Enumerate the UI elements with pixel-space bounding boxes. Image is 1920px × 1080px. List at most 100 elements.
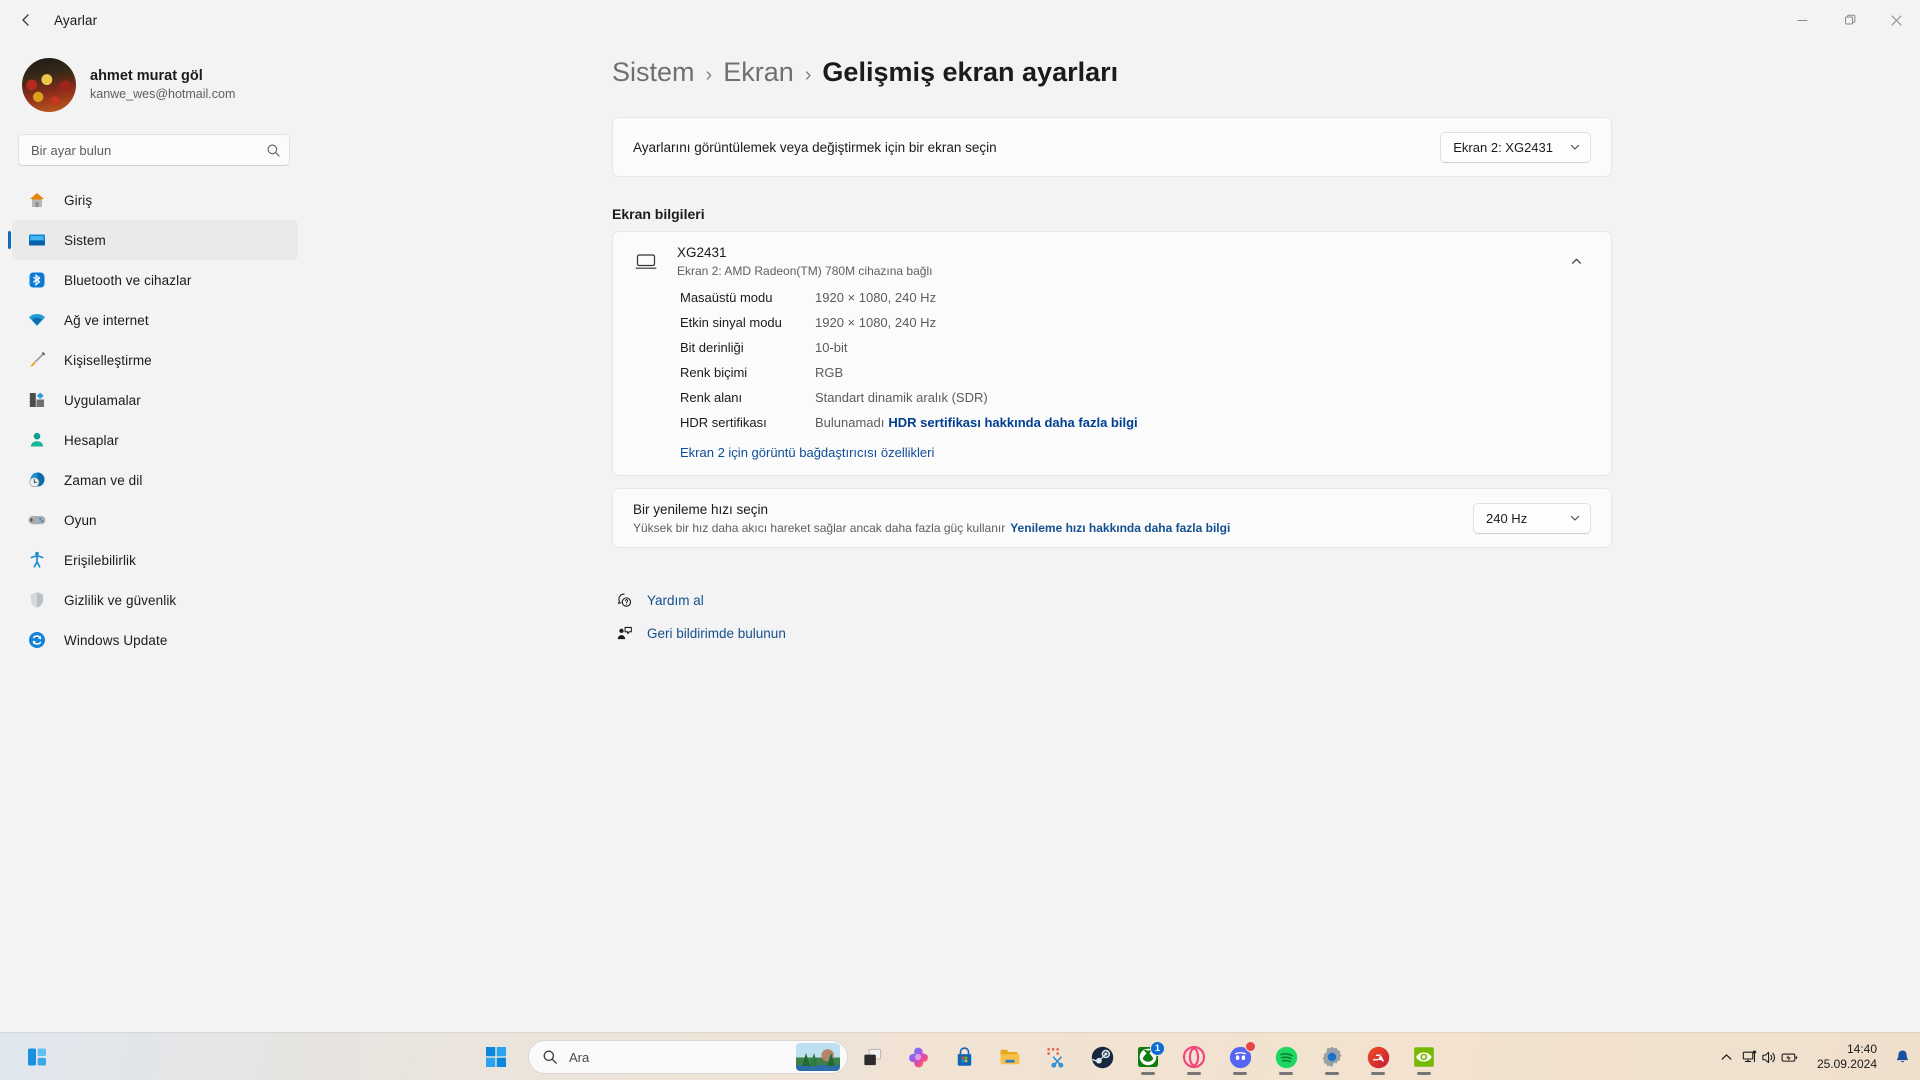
- breadcrumb-parent[interactable]: Ekran: [723, 57, 794, 88]
- info-row-value: 1920 × 1080, 240 Hz: [815, 290, 937, 305]
- sidebar-item-giris[interactable]: Giriş: [12, 180, 298, 220]
- task-view-button[interactable]: [850, 1037, 894, 1077]
- settings-search-box[interactable]: [18, 134, 290, 166]
- chevron-up-icon: [1721, 1053, 1732, 1060]
- sidebar-item-zaman-ve-dil[interactable]: Zaman ve dil: [12, 460, 298, 500]
- sidebar-item-uygulamalar[interactable]: Uygulamalar: [12, 380, 298, 420]
- refresh-rate-more-info-link[interactable]: Yenileme hızı hakkında daha fazla bilgi: [1010, 521, 1230, 535]
- clock-button[interactable]: 14:40 25.09.2024: [1811, 1038, 1883, 1076]
- refresh-rate-value: 240 Hz: [1486, 510, 1528, 526]
- maximize-icon: [1844, 14, 1855, 25]
- monitor-connection: Ekran 2: AMD Radeon(TM) 780M cihazına ba…: [677, 263, 933, 278]
- steam-button[interactable]: [1080, 1037, 1124, 1077]
- display-info-section-title: Ekran bilgileri: [612, 206, 705, 222]
- file-explorer-button[interactable]: [988, 1037, 1032, 1077]
- paintbrush-icon: [26, 349, 48, 371]
- display-select-label: Ayarlarını görüntülemek veya değiştirmek…: [633, 139, 997, 155]
- sidebar-item-oyun[interactable]: Oyun: [12, 500, 298, 540]
- notification-button[interactable]: [1889, 1039, 1916, 1075]
- bluetooth-icon: [26, 269, 48, 291]
- refresh-rate-subtitle: Yüksek bir hız daha akıcı hareket sağlar…: [633, 520, 1230, 537]
- taskbar-search-box[interactable]: Ara: [528, 1040, 848, 1074]
- tray-overflow-button[interactable]: [1715, 1039, 1738, 1075]
- hdr-more-info-link[interactable]: HDR sertifikası hakkında daha fazla bilg…: [888, 415, 1137, 430]
- copilot-button[interactable]: [896, 1037, 940, 1077]
- monitor-icon: [635, 250, 663, 272]
- refresh-rate-dropdown[interactable]: 240 Hz: [1473, 502, 1591, 534]
- tray-date: 25.09.2024: [1816, 1057, 1877, 1071]
- tray-quick-settings-button[interactable]: [1738, 1039, 1803, 1075]
- chevron-down-icon: [1570, 515, 1580, 521]
- account-card[interactable]: ahmet murat göl kanwe_wes@hotmail.com: [22, 58, 310, 112]
- file-explorer-icon: [1000, 1049, 1020, 1065]
- chevron-up-icon: [1571, 258, 1581, 264]
- taskbar-search-placeholder: Ara: [569, 1049, 590, 1065]
- nvidia-app-button[interactable]: [1402, 1037, 1446, 1077]
- title-bar: Ayarlar: [0, 0, 1920, 40]
- minimize-icon: [1797, 19, 1808, 21]
- microsoft-store-button[interactable]: [942, 1037, 986, 1077]
- search-input[interactable]: [31, 142, 266, 158]
- monitor-name: XG2431: [677, 244, 727, 260]
- sidebar-item-erisilebilirlik[interactable]: Erişilebilirlik: [12, 540, 298, 580]
- maximize-button[interactable]: [1826, 0, 1873, 40]
- shield-icon: [26, 589, 48, 611]
- display-select-dropdown[interactable]: Ekran 2: XG2431: [1440, 131, 1591, 163]
- settings-window: Ayarlar ahmet murat göl kanwe_wes@hotmai…: [0, 0, 1920, 1080]
- display-info-header[interactable]: XG2431 Ekran 2: AMD Radeon(TM) 780M ciha…: [613, 232, 1611, 290]
- hdr-status-text: Bulunamadı: [815, 415, 885, 430]
- spotify-button[interactable]: [1264, 1037, 1308, 1077]
- ea-app-icon: [1367, 1046, 1389, 1068]
- sidebar-item-bluetooth-ve-cihazlar[interactable]: Bluetooth ve cihazlar: [12, 260, 298, 300]
- display-select-card: Ayarlarını görüntülemek veya değiştirmek…: [612, 117, 1612, 177]
- spotify-icon: [1275, 1046, 1297, 1068]
- refresh-rate-card: Bir yenileme hızı seçin Yüksek bir hız d…: [612, 488, 1612, 548]
- landscape-thumbnail-icon: [796, 1043, 840, 1071]
- apps-icon: [26, 389, 48, 411]
- sidebar-item-label: Uygulamalar: [64, 392, 141, 408]
- content-area: Sistem › Ekran › Gelişmiş ekran ayarları…: [310, 40, 1920, 1040]
- back-arrow-icon: [22, 14, 29, 26]
- taskbar-center: Ara 1: [474, 1033, 1446, 1080]
- running-indicator: [1233, 1072, 1247, 1075]
- sidebar-item-windows-update[interactable]: Windows Update: [12, 620, 298, 660]
- give-feedback-link[interactable]: Geri bildirimde bulunun: [612, 617, 786, 650]
- gamepad-icon: [26, 509, 48, 531]
- window-controls: [1779, 0, 1920, 40]
- sidebar-item-sistem[interactable]: Sistem: [8, 220, 298, 260]
- snipping-tool-button[interactable]: [1034, 1037, 1078, 1077]
- back-button[interactable]: [8, 5, 44, 35]
- bell-icon: [1896, 1050, 1909, 1062]
- discord-button[interactable]: [1218, 1037, 1262, 1077]
- start-button[interactable]: [474, 1037, 518, 1077]
- opera-gx-button[interactable]: [1172, 1037, 1216, 1077]
- close-icon: [1891, 15, 1902, 25]
- display-adapter-properties-link[interactable]: Ekran 2 için görüntü bağdaştırıcısı özel…: [680, 445, 934, 460]
- sidebar-item-hesaplar[interactable]: Hesaplar: [12, 420, 298, 460]
- home-icon: [26, 189, 48, 211]
- accessibility-icon: [26, 549, 48, 571]
- info-row-key: Masaüstü modu: [680, 290, 773, 305]
- close-button[interactable]: [1873, 0, 1920, 40]
- ea-app-button[interactable]: [1356, 1037, 1400, 1077]
- sidebar-item-kisisellestirme[interactable]: Kişiselleştirme: [12, 340, 298, 380]
- collapse-toggle[interactable]: [1561, 246, 1591, 276]
- chevron-down-icon: [1570, 144, 1580, 150]
- settings-button[interactable]: [1310, 1037, 1354, 1077]
- minimize-button[interactable]: [1779, 0, 1826, 40]
- sidebar-item-ag-ve-internet[interactable]: Ağ ve internet: [12, 300, 298, 340]
- widgets-button[interactable]: [14, 1037, 60, 1077]
- xbox-button[interactable]: 1: [1126, 1037, 1170, 1077]
- display-select-value: Ekran 2: XG2431: [1453, 139, 1553, 155]
- get-help-link[interactable]: Yardım al: [612, 584, 704, 617]
- sidebar-item-gizlilik-ve-guvenlik[interactable]: Gizlilik ve güvenlik: [12, 580, 298, 620]
- give-feedback-label: Geri bildirimde bulunun: [647, 626, 786, 641]
- discord-notification-dot: [1245, 1041, 1256, 1052]
- sidebar-item-label: Erişilebilirlik: [64, 552, 137, 568]
- info-row-key: Bit derinliği: [680, 340, 744, 355]
- search-icon: [266, 143, 281, 158]
- running-indicator: [1279, 1072, 1293, 1075]
- help-question-icon: [612, 592, 636, 609]
- sidebar-item-label: Oyun: [64, 512, 97, 528]
- breadcrumb-root[interactable]: Sistem: [612, 57, 695, 88]
